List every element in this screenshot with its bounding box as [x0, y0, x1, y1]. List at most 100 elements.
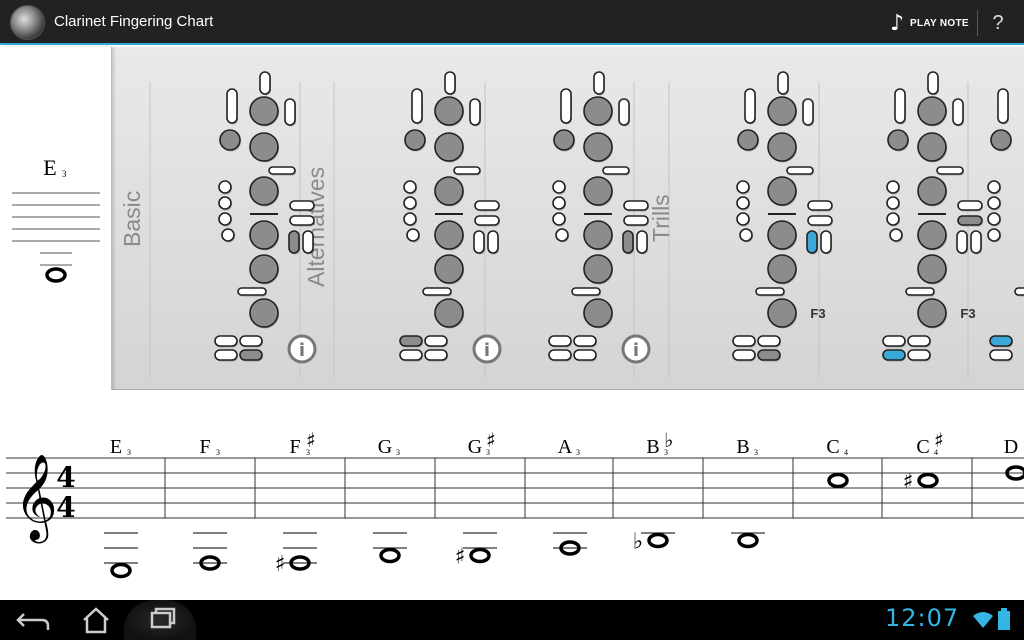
left-side-key: [411, 88, 423, 124]
rh-hole-3: [583, 298, 613, 328]
current-note-letter: E: [43, 155, 56, 180]
note-label-octave: 3: [306, 448, 310, 457]
register-key: [777, 71, 789, 95]
lh-hole-2: [767, 132, 797, 162]
staff-note-E3[interactable]: E3: [104, 436, 138, 579]
lh-pinky-key-1: [989, 335, 1013, 347]
note-label-letter: F: [289, 436, 300, 458]
staff-note-A3[interactable]: A3: [553, 436, 587, 556]
note-label-octave: 3: [664, 448, 668, 457]
note-accidental: ♯: [455, 545, 466, 570]
info-icon[interactable]: i: [621, 334, 651, 364]
lh-pinky-key-4: [757, 349, 781, 361]
staff-note-C♯4[interactable]: C ♯4♯: [903, 428, 944, 495]
note-label-octave: 4: [844, 448, 848, 457]
fingering-diagrams[interactable]: Basic Alternatives Trills i i i F3 F3: [112, 47, 1024, 390]
rh-side-key: [755, 287, 785, 296]
section-label-trills[interactable]: Trills: [648, 194, 674, 242]
lh-hole-2: [249, 132, 279, 162]
section-label-basic[interactable]: Basic: [119, 191, 145, 247]
note-label-letter: B: [646, 436, 659, 458]
lh-hole-3: [917, 176, 947, 206]
note-staff[interactable]: 𝄞 4 4 E 3 F 3 F ♯ 3 ♯ G 3 G ♯ 3 ♯ A 3 B ♭ 3 ♭ B 3 C 4 C ♯ 4 ♯ D: [0, 390, 1024, 600]
status-clock: 12:07: [885, 604, 960, 632]
rh-hole-3: [917, 298, 947, 328]
current-note-octave: 3: [62, 169, 67, 179]
staff-note-C4[interactable]: C4: [826, 436, 849, 489]
play-note-button[interactable]: ♪ PLAY NOTE: [890, 8, 969, 38]
side-key-2: [623, 215, 649, 226]
back-button[interactable]: [4, 604, 64, 636]
small-key: [406, 228, 420, 242]
section-label-alternatives[interactable]: Alternatives: [303, 167, 329, 287]
note-head: [647, 532, 669, 549]
rh-hole-2: [583, 254, 613, 284]
lh-pinky-key-1: [732, 335, 756, 347]
trill-note-label: F3: [960, 306, 975, 321]
lh-pinky-key-2: [239, 335, 263, 347]
rh-hole-2: [767, 254, 797, 284]
note-label-octave: 3: [576, 448, 580, 457]
register-key: [259, 71, 271, 95]
rh-hole-2: [249, 254, 279, 284]
note-label-letter: C: [826, 436, 839, 458]
fingering-diagram-partial: [987, 88, 1024, 362]
small-key: [552, 196, 566, 210]
fingering-diagram[interactable]: F3: [732, 71, 833, 362]
lh-pinky-key-2: [757, 335, 781, 347]
home-button[interactable]: [66, 604, 126, 636]
info-icon[interactable]: i: [287, 334, 317, 364]
help-button[interactable]: ?: [984, 8, 1012, 38]
system-nav-bar: 12:07: [0, 600, 1024, 640]
thumb-hole: [404, 129, 426, 151]
lh-pinky-key-3: [732, 349, 756, 361]
note-label-letter: E: [110, 436, 122, 458]
lh-hole-1: [767, 96, 797, 126]
recent-apps-button[interactable]: [124, 600, 196, 640]
note-head: [110, 562, 132, 579]
lh-hole-2: [917, 132, 947, 162]
side-key-vertical-2: [970, 230, 982, 254]
lh-pinky-key-2: [424, 335, 448, 347]
side-key-2: [807, 215, 833, 226]
lh-pinky-key-4: [573, 349, 597, 361]
lh-pinky-key-3: [214, 349, 238, 361]
fingering-panel: E 3 Basic Alternatives Trills i i i F3 F3: [0, 47, 1024, 390]
note-head: [917, 472, 939, 489]
side-key-vertical-2: [820, 230, 832, 254]
note-label-octave: 3: [754, 448, 758, 457]
rh-hole-2: [434, 254, 464, 284]
time-signature-bottom: 4: [56, 491, 75, 524]
staff-note-G3[interactable]: G3: [373, 436, 407, 564]
note-label-letter: C: [916, 436, 929, 458]
small-key: [736, 196, 750, 210]
svg-text:i: i: [484, 340, 490, 361]
staff-note-B♭3[interactable]: B ♭3♭: [633, 428, 675, 555]
lh-hole-1: [434, 96, 464, 126]
staff-note-B3[interactable]: B3: [731, 436, 765, 549]
thumb-hole: [219, 129, 241, 151]
small-key: [403, 180, 417, 194]
side-key-1: [623, 200, 649, 211]
upper-side-key: [284, 98, 296, 126]
back-icon: [16, 613, 50, 630]
note-staff-svg[interactable]: 𝄞44E 3 F 3 F ♯3♯G 3 G ♯3♯A 3 B ♭3♭B 3 C 4 C ♯4♯D: [0, 390, 1024, 600]
small-key: [987, 180, 1001, 194]
trill-key-a: [268, 166, 296, 175]
thumb-hole: [737, 129, 759, 151]
app-logo-icon[interactable]: [10, 5, 45, 40]
small-key: [403, 212, 417, 226]
staff-note-G♯3[interactable]: G ♯3♯: [455, 428, 497, 570]
rh-hole-1: [583, 220, 613, 250]
side-key-vertical-2: [636, 230, 648, 254]
side-key-vertical-1: [473, 230, 485, 254]
note-label-letter: G: [378, 436, 392, 458]
upper-side-key: [952, 98, 964, 126]
side-key-vertical-2: [302, 230, 314, 254]
thumb-hole: [887, 129, 909, 151]
register-key: [593, 71, 605, 95]
note-label-octave: 3: [396, 448, 400, 457]
lh-hole-3: [434, 176, 464, 206]
lh-pinky-key-1: [399, 335, 423, 347]
info-icon[interactable]: i: [472, 334, 502, 364]
